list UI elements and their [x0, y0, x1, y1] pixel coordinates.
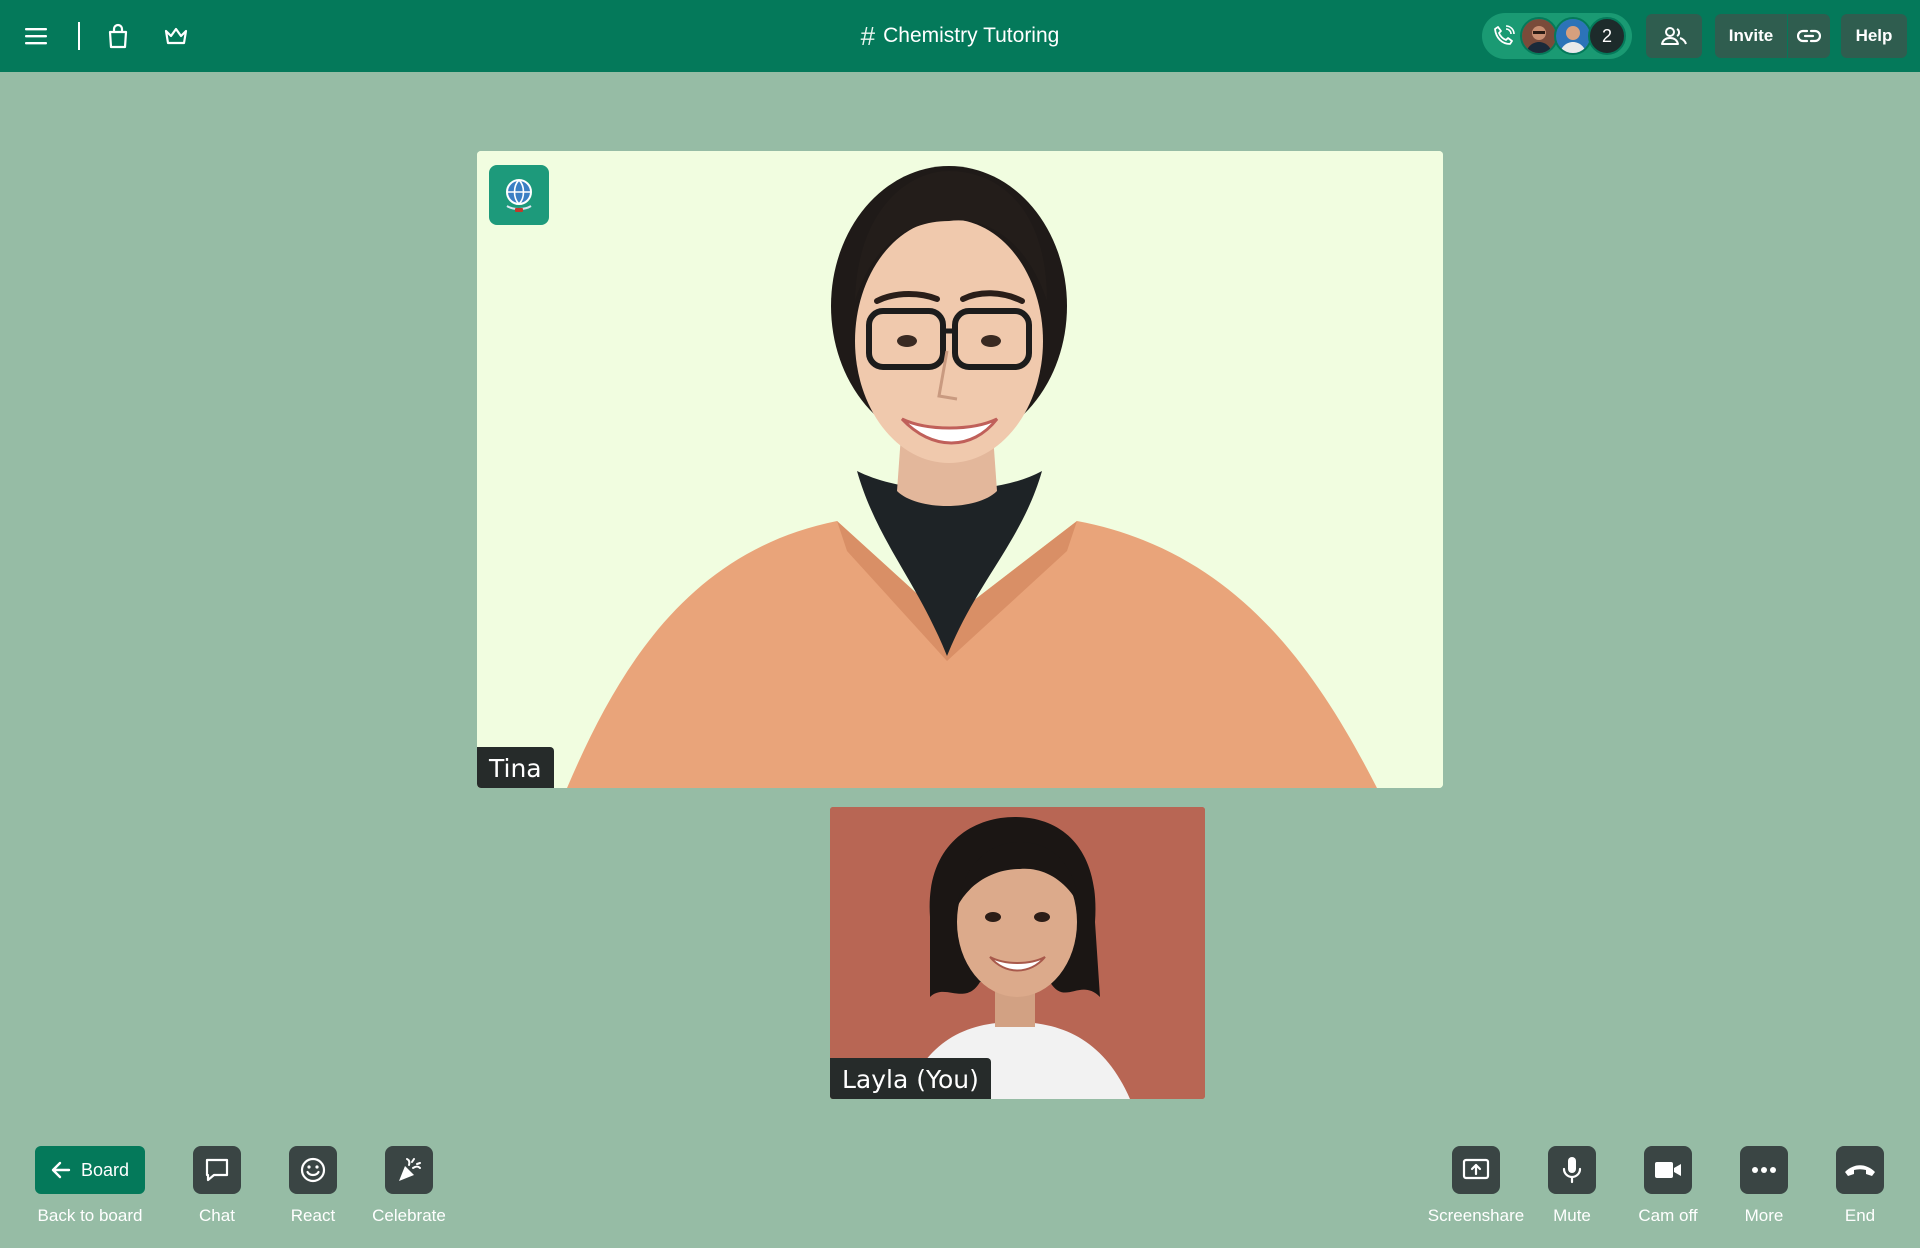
board-button[interactable]: Board [35, 1146, 145, 1194]
camera-icon [1655, 1162, 1681, 1178]
mute-control[interactable]: Mute [1517, 1146, 1627, 1226]
room-title: # Chemistry Tutoring [0, 0, 1920, 72]
help-button[interactable]: Help [1841, 14, 1907, 58]
smiley-icon [300, 1157, 326, 1183]
header-divider [78, 22, 80, 50]
menu-icon[interactable] [18, 18, 54, 54]
party-popper-icon [399, 1158, 421, 1181]
cam-off-control[interactable]: Cam off [1613, 1146, 1723, 1226]
back-to-board-control[interactable]: Board Back to board [35, 1146, 145, 1226]
globe-icon [489, 165, 549, 225]
react-button[interactable] [289, 1146, 337, 1194]
hang-up-icon [1845, 1165, 1875, 1176]
self-name: Layla (You) [830, 1058, 991, 1099]
end-call-label: End [1844, 1206, 1876, 1225]
celebrate-label: Celebrate [372, 1206, 446, 1225]
hash-icon: # [860, 20, 876, 51]
screenshare-icon [1462, 1158, 1490, 1180]
participant-video [477, 151, 1443, 788]
avatar [1554, 17, 1592, 55]
cam-off-button[interactable] [1644, 1146, 1692, 1194]
more-label: More [1744, 1206, 1784, 1225]
participant-name: Tina [477, 747, 554, 788]
phone-icon [1494, 25, 1515, 45]
screenshare-button[interactable] [1452, 1146, 1500, 1194]
react-control[interactable]: React [258, 1146, 368, 1226]
back-to-board-label: Back to board [37, 1206, 143, 1225]
celebrate-button[interactable] [385, 1146, 433, 1194]
main-video-tile: Tina [477, 151, 1443, 788]
mute-button[interactable] [1548, 1146, 1596, 1194]
chat-control[interactable]: Chat [162, 1146, 272, 1226]
self-video [830, 807, 1205, 1099]
screenshare-label: Screenshare [1427, 1206, 1525, 1225]
arrow-left-icon [51, 1161, 71, 1179]
invite-button[interactable]: Invite [1715, 14, 1787, 58]
people-icon [1661, 27, 1687, 45]
celebrate-control[interactable]: Celebrate [354, 1146, 464, 1226]
more-control[interactable]: More [1709, 1146, 1819, 1226]
chat-icon [205, 1158, 229, 1182]
participants-pill[interactable]: 2 [1482, 13, 1632, 59]
crown-icon[interactable] [158, 18, 194, 54]
microphone-icon [1562, 1157, 1582, 1184]
screenshare-control[interactable]: Screenshare [1421, 1146, 1531, 1226]
mute-label: Mute [1553, 1206, 1591, 1225]
more-dots-icon [1752, 1167, 1776, 1173]
end-call-control[interactable]: End [1805, 1146, 1915, 1226]
top-bar: # Chemistry Tutoring 2 Invite Help [0, 0, 1920, 72]
chat-button[interactable] [193, 1146, 241, 1194]
room-title-text: Chemistry Tutoring [883, 24, 1060, 47]
chat-label: Chat [199, 1206, 235, 1225]
board-button-label: Board [80, 1159, 130, 1180]
people-button[interactable] [1646, 14, 1702, 58]
more-button[interactable] [1740, 1146, 1788, 1194]
avatar [1520, 17, 1558, 55]
link-icon [1797, 29, 1821, 43]
copy-link-button[interactable] [1788, 14, 1830, 58]
participant-count: 2 [1588, 17, 1626, 55]
cam-off-label: Cam off [1638, 1206, 1698, 1225]
bag-icon[interactable] [100, 18, 136, 54]
end-call-button[interactable] [1836, 1146, 1884, 1194]
self-video-tile: Layla (You) [830, 807, 1205, 1099]
react-label: React [290, 1206, 336, 1225]
